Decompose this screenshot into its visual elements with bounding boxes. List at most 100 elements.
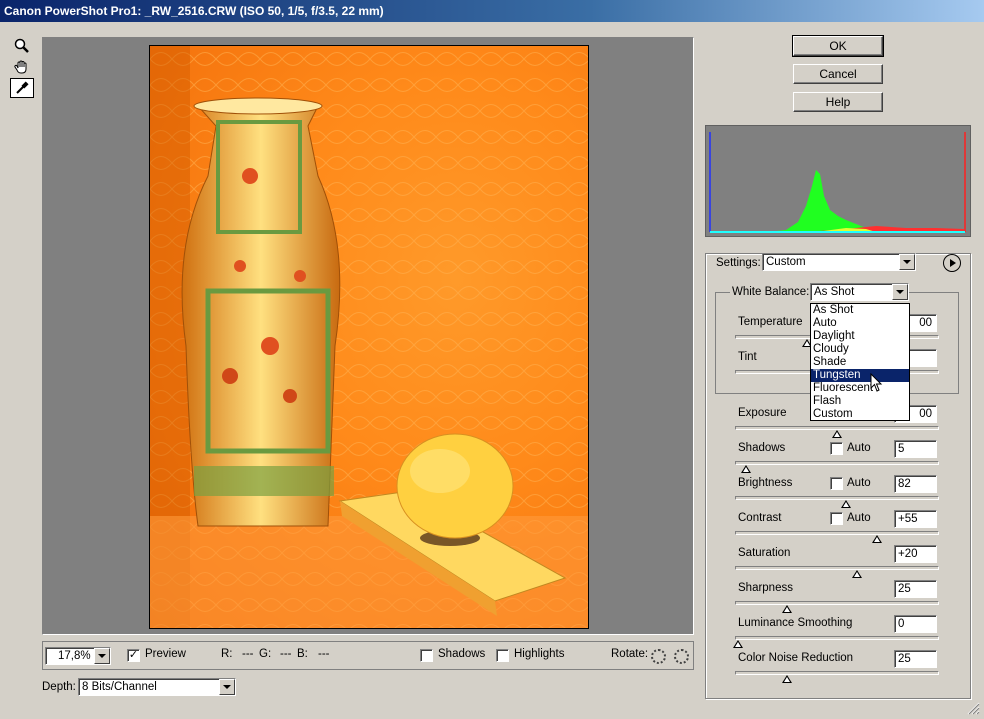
wb-option-flash[interactable]: Flash <box>811 395 909 408</box>
wb-option-daylight[interactable]: Daylight <box>811 330 909 343</box>
rotate-left-icon[interactable] <box>651 649 666 664</box>
histogram <box>705 125 971 237</box>
image-preview-area[interactable] <box>42 37 694 635</box>
shadows-input[interactable]: 5 <box>894 440 937 458</box>
brightness-auto-checkbox[interactable] <box>830 477 843 490</box>
contrast-auto-checkbox[interactable] <box>830 512 843 525</box>
exposure-label: Exposure <box>738 407 787 419</box>
chevron-down-icon[interactable] <box>94 648 110 664</box>
chevron-down-icon[interactable] <box>892 284 908 300</box>
sharpness-input[interactable]: 25 <box>894 580 937 598</box>
settings-select[interactable]: Custom <box>762 253 916 271</box>
shadows-auto-label: Auto <box>847 442 871 454</box>
window-title: Canon PowerShot Pro1: _RW_2516.CRW (ISO … <box>0 0 984 22</box>
luminance-smoothing-value: 0 <box>898 618 905 630</box>
hand-tool-button[interactable] <box>10 57 34 77</box>
sharpness-value: 25 <box>898 583 911 595</box>
hand-icon <box>14 60 27 74</box>
contrast-slider-thumb[interactable] <box>872 535 882 543</box>
magnifier-icon <box>14 38 29 53</box>
white-balance-select[interactable]: As Shot <box>810 283 909 301</box>
chevron-down-icon[interactable] <box>899 254 915 270</box>
depth-value: 8 Bits/Channel <box>82 681 157 693</box>
contrast-slider[interactable] <box>735 531 939 535</box>
photo-preview <box>149 45 589 629</box>
brightness-auto-label: Auto <box>847 477 871 489</box>
b-label: B: <box>297 648 308 660</box>
sharpness-slider[interactable] <box>735 601 939 605</box>
eyedropper-icon <box>16 81 29 94</box>
color-noise-reduction-label: Color Noise Reduction <box>738 652 854 664</box>
shadows-slider[interactable] <box>735 461 939 465</box>
saturation-value: +20 <box>898 548 918 560</box>
highlights-clipping-checkbox[interactable] <box>496 649 509 662</box>
brightness-value: 82 <box>898 478 911 490</box>
sharpness-label: Sharpness <box>738 582 793 594</box>
color-noise-reduction-value: 25 <box>898 653 911 665</box>
shadows-auto-checkbox[interactable] <box>830 442 843 455</box>
temperature-label: Temperature <box>738 316 803 328</box>
resize-grip-icon[interactable] <box>966 701 980 715</box>
tint-label: Tint <box>738 351 757 363</box>
contrast-auto-label: Auto <box>847 512 871 524</box>
wb-option-custom[interactable]: Custom <box>811 408 909 421</box>
white-balance-dropdown-list[interactable]: As Shot Auto Daylight Cloudy Shade Tungs… <box>810 303 910 421</box>
wb-option-tungsten[interactable]: Tungsten <box>811 369 909 382</box>
color-noise-reduction-slider[interactable] <box>735 671 939 675</box>
white-balance-tool-button[interactable] <box>10 78 34 98</box>
rotate-label: Rotate: <box>611 648 649 660</box>
mouse-cursor-icon <box>870 373 883 392</box>
g-label: G: <box>259 648 272 660</box>
exposure-slider-thumb[interactable] <box>832 430 842 438</box>
color-noise-reduction-slider-thumb[interactable] <box>782 675 792 683</box>
wb-option-auto[interactable]: Auto <box>811 317 909 330</box>
wb-option-cloudy[interactable]: Cloudy <box>811 343 909 356</box>
contrast-label: Contrast <box>738 512 782 524</box>
white-balance-value: As Shot <box>814 286 855 298</box>
luminance-smoothing-slider[interactable] <box>735 636 939 640</box>
wb-option-shade[interactable]: Shade <box>811 356 909 369</box>
shadows-clipping-checkbox[interactable] <box>420 649 433 662</box>
brightness-label: Brightness <box>738 477 793 489</box>
preview-checkbox[interactable]: ✓ <box>127 649 140 662</box>
zoom-level-value: 17,8% <box>58 650 91 662</box>
g-value: --- <box>280 648 292 660</box>
shadows-clipping-label: Shadows <box>438 648 486 660</box>
histogram-graph <box>706 126 970 236</box>
settings-label: Settings: <box>716 257 761 269</box>
r-value: --- <box>242 648 254 660</box>
saturation-input[interactable]: +20 <box>894 545 937 563</box>
brightness-slider-thumb[interactable] <box>841 500 851 508</box>
white-balance-label: White Balance: <box>730 286 812 298</box>
settings-value: Custom <box>766 256 806 268</box>
shadows-slider-thumb[interactable] <box>741 465 751 473</box>
shadows-label: Shadows <box>738 442 786 454</box>
rotate-right-icon[interactable] <box>674 649 689 664</box>
brightness-input[interactable]: 82 <box>894 475 937 493</box>
saturation-slider[interactable] <box>735 566 939 570</box>
saturation-label: Saturation <box>738 547 791 559</box>
brightness-slider[interactable] <box>735 496 939 500</box>
zoom-level-select[interactable]: 17,8% <box>45 647 111 665</box>
ok-button[interactable]: OK <box>792 35 884 57</box>
r-label: R: <box>221 648 233 660</box>
contrast-value: +55 <box>898 513 918 525</box>
luminance-smoothing-slider-thumb[interactable] <box>733 640 743 648</box>
exposure-value: 00 <box>919 408 932 420</box>
saturation-slider-thumb[interactable] <box>852 570 862 578</box>
settings-menu-icon[interactable] <box>943 254 961 272</box>
photo-image <box>150 46 588 628</box>
color-noise-reduction-input[interactable]: 25 <box>894 650 937 668</box>
luminance-smoothing-input[interactable]: 0 <box>894 615 937 633</box>
temperature-value: 00 <box>919 317 932 329</box>
help-button[interactable]: Help <box>793 92 883 112</box>
contrast-input[interactable]: +55 <box>894 510 937 528</box>
wb-option-as-shot[interactable]: As Shot <box>811 304 909 317</box>
sharpness-slider-thumb[interactable] <box>782 605 792 613</box>
wb-option-fluorescent[interactable]: Fluorescent <box>811 382 909 395</box>
zoom-tool-button[interactable] <box>10 36 34 56</box>
chevron-down-icon[interactable] <box>219 679 235 695</box>
preview-label: Preview <box>145 648 186 660</box>
depth-select[interactable]: 8 Bits/Channel <box>78 678 236 696</box>
cancel-button[interactable]: Cancel <box>793 64 883 84</box>
